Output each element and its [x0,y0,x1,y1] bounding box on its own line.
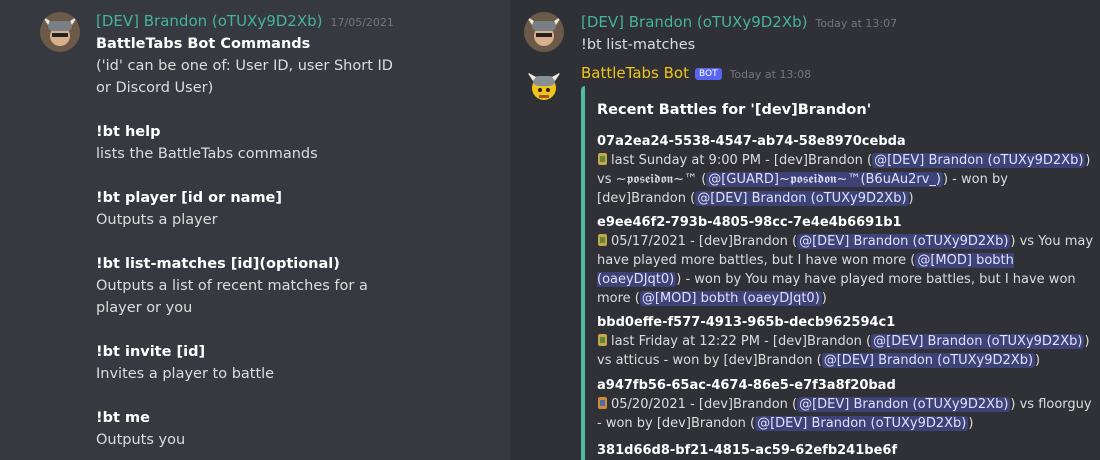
message-timestamp: Today at 13:07 [815,17,898,30]
author-name[interactable]: [DEV] Brandon (oTUXy9D2Xb) [581,13,808,31]
battle-icon [598,334,607,346]
match-entry: 381d66d8-bf21-4815-ac59-62efb241be6f [597,441,1097,460]
user-mention[interactable]: @[DEV] Brandon (oTUXy9D2Xb) [695,191,909,206]
match-entry: a947fb56-65ac-4674-86e5-e7f3a8f20bad 05/… [597,376,1097,433]
embed-title: Recent Battles for '[dev]Brandon' [597,102,872,118]
message-content: BattleTabs Bot Commands ('id' can be one… [96,33,406,451]
match-id: e9ee46f2-793b-4805-98cc-7e4e4b6691b1 [597,215,902,230]
user-mention[interactable]: @[DEV] Brandon (oTUXy9D2Xb) [797,234,1011,249]
author-name[interactable]: [DEV] Brandon (oTUXy9D2Xb) [96,12,323,30]
match-entry: bbd0effe-f577-4913-965b-decb962594c1 las… [597,313,1097,370]
command-name-player: !bt player [id or name] [96,190,283,206]
matches-embed: Recent Battles for '[dev]Brandon' 07a2ea… [581,86,1100,460]
user-mention[interactable]: @[DEV] Brandon (oTUXy9D2Xb) [872,153,1086,168]
commands-title: BattleTabs Bot Commands [96,36,311,52]
match-id: 07a2ea24-5538-4547-ab74-58e8970cebda [597,134,906,149]
battle-icon [598,153,607,165]
match-entry: 07a2ea24-5538-4547-ab74-58e8970cebda las… [597,132,1097,208]
id-note: ('id' can be one of: User ID, user Short… [96,58,393,96]
command-desc-me: Outputs you [96,432,186,448]
message-header: [DEV] Brandon (oTUXy9D2Xb) Today at 13:07 [581,12,897,31]
command-desc-player: Outputs a player [96,212,218,228]
bot-name[interactable]: BattleTabs Bot [581,64,689,82]
user-mention[interactable]: @[DEV] Brandon (oTUXy9D2Xb) [755,416,969,431]
bot-avatar[interactable] [524,66,564,106]
left-message-panel: [DEV] Brandon (oTUXy9D2Xb) 17/05/2021 Bat… [0,0,510,460]
match-id: 381d66d8-bf21-4815-ac59-62efb241be6f [597,443,898,458]
command-desc-list-matches: Outputs a list of recent matches for a p… [96,278,368,316]
command-name-list-matches: !bt list-matches [id](optional) [96,256,340,272]
command-name-me: !bt me [96,410,150,426]
message-header: [DEV] Brandon (oTUXy9D2Xb) 17/05/2021 [96,11,394,30]
user-avatar[interactable] [40,12,80,52]
right-message-panel: [DEV] Brandon (oTUXy9D2Xb) Today at 13:07… [510,0,1100,460]
message-content: !bt list-matches [581,37,696,53]
command-desc-help: lists the BattleTabs commands [96,146,318,162]
message-timestamp: 17/05/2021 [330,16,394,29]
match-id: a947fb56-65ac-4674-86e5-e7f3a8f20bad [597,378,896,393]
command-name-help: !bt help [96,124,161,140]
command-desc-invite: Invites a player to battle [96,366,275,382]
battle-icon [598,234,607,246]
match-entry: e9ee46f2-793b-4805-98cc-7e4e4b6691b1 05/… [597,213,1097,308]
message-header: BattleTabs Bot BOT Today at 13:08 [581,63,811,82]
message-timestamp: Today at 13:08 [729,68,812,81]
user-mention[interactable]: @[DEV] Brandon (oTUXy9D2Xb) [821,353,1036,368]
bot-tag: BOT [694,68,722,80]
battle-icon [598,397,607,409]
user-avatar[interactable] [524,12,564,52]
user-mention[interactable]: @[DEV] Brandon (oTUXy9D2Xb) [797,397,1011,412]
user-mention[interactable]: @[DEV] Brandon (oTUXy9D2Xb) [871,334,1085,349]
user-mention[interactable]: @[GUARD]~𝖕𝖔𝖘𝖊𝖎𝖉𝖔𝖓~™(B6uAu2rv_) [706,172,943,187]
user-mention[interactable]: @[MOD] bobth (oaeyDJqt0) [639,291,822,306]
command-name-invite: !bt invite [id] [96,344,206,360]
match-id: bbd0effe-f577-4913-965b-decb962594c1 [597,315,896,330]
